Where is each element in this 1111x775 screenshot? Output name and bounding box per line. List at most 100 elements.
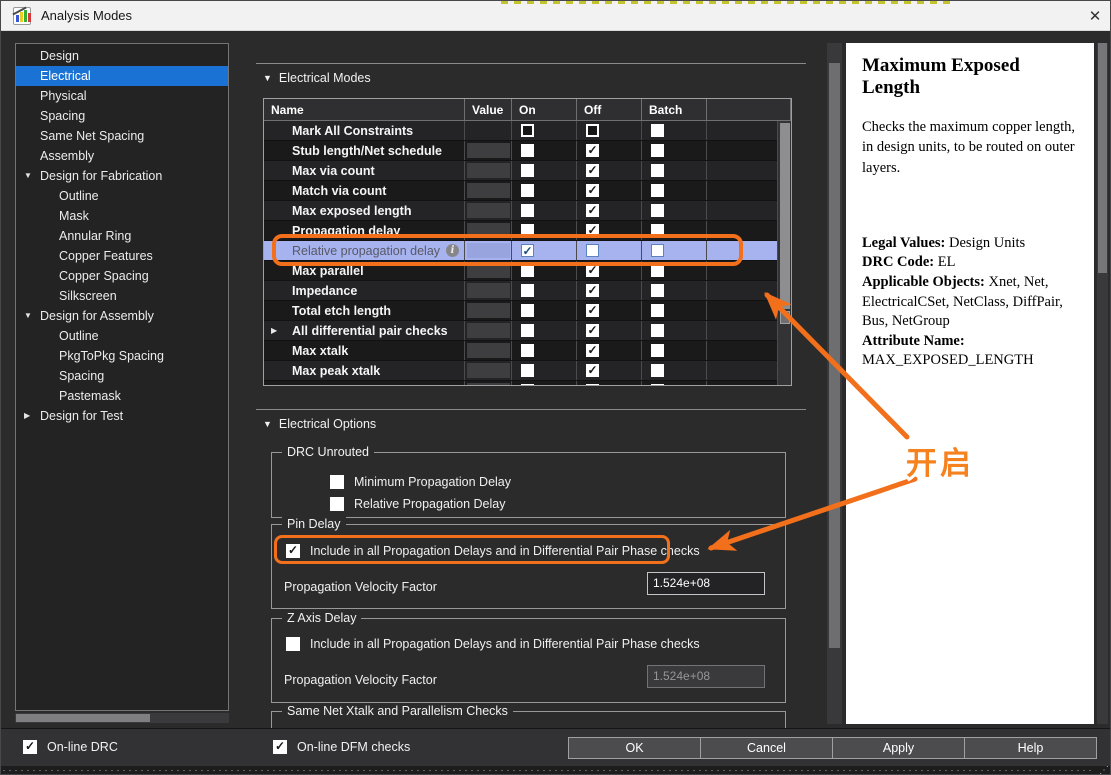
minimum-propagation-delay-checkbox[interactable] — [330, 475, 344, 489]
table-row[interactable]: Max parallel — [264, 261, 791, 281]
off-checkbox[interactable] — [586, 144, 599, 157]
sidebar-item-silkscreen[interactable]: Silkscreen — [16, 286, 228, 306]
on-checkbox[interactable] — [521, 344, 534, 357]
on-checkbox[interactable] — [521, 364, 534, 377]
sidebar-item-mask[interactable]: Mask — [16, 206, 228, 226]
on-checkbox[interactable] — [521, 244, 534, 257]
scrollbar-thumb[interactable] — [1098, 43, 1107, 273]
batch-checkbox[interactable] — [651, 124, 664, 137]
value-cell[interactable] — [465, 221, 512, 240]
sidebar-item-design-for-fabrication[interactable]: ▼Design for Fabrication — [16, 166, 228, 186]
online-dfm-checkbox[interactable] — [273, 740, 287, 754]
scrollbar-button[interactable] — [780, 311, 790, 324]
table-row[interactable]: Max peak xtalk — [264, 361, 791, 381]
value-cell[interactable] — [465, 141, 512, 160]
online-drc-checkbox[interactable] — [23, 740, 37, 754]
batch-checkbox[interactable] — [651, 164, 664, 177]
on-checkbox[interactable] — [521, 304, 534, 317]
column-header-name[interactable]: Name — [264, 99, 465, 120]
collapse-triangle-icon[interactable]: ▼ — [263, 73, 272, 83]
on-checkbox[interactable] — [521, 324, 534, 337]
name-cell[interactable]: Total etch length — [264, 301, 465, 320]
relative-propagation-delay-checkbox[interactable] — [330, 497, 344, 511]
help-vertical-scrollbar[interactable] — [1097, 43, 1108, 724]
off-checkbox[interactable] — [586, 164, 599, 177]
sidebar-item-same-net-spacing[interactable]: Same Net Spacing — [16, 126, 228, 146]
table-row[interactable]: Propagation delay — [264, 221, 791, 241]
sidebar-item-design-for-test[interactable]: ▶Design for Test — [16, 406, 228, 426]
sidebar-item-outline[interactable]: Outline — [16, 326, 228, 346]
off-checkbox[interactable] — [586, 364, 599, 377]
name-cell[interactable] — [264, 381, 465, 386]
on-checkbox[interactable] — [521, 144, 534, 157]
on-checkbox[interactable] — [521, 124, 534, 137]
value-cell[interactable] — [465, 161, 512, 180]
scrollbar-thumb[interactable] — [16, 714, 150, 722]
name-cell[interactable]: Match via count — [264, 181, 465, 200]
value-cell[interactable] — [465, 281, 512, 300]
sidebar-item-pkgtopkg-spacing[interactable]: PkgToPkg Spacing — [16, 346, 228, 366]
value-cell[interactable] — [465, 201, 512, 220]
sidebar-horizontal-scrollbar[interactable] — [15, 713, 229, 723]
table-row[interactable]: Max exposed length — [264, 201, 791, 221]
sidebar-item-pastemask[interactable]: Pastemask — [16, 386, 228, 406]
value-cell[interactable] — [465, 361, 512, 380]
off-checkbox[interactable] — [586, 344, 599, 357]
batch-checkbox[interactable] — [651, 144, 664, 157]
value-cell[interactable] — [465, 381, 512, 386]
sidebar-item-copper-spacing[interactable]: Copper Spacing — [16, 266, 228, 286]
name-cell[interactable]: Propagation delay — [264, 221, 465, 240]
name-cell[interactable]: Max peak xtalk — [264, 361, 465, 380]
sidebar-item-copper-features[interactable]: Copper Features — [16, 246, 228, 266]
name-cell[interactable]: Stub length/Net schedule — [264, 141, 465, 160]
name-cell[interactable]: Max via count — [264, 161, 465, 180]
table-row[interactable]: Max xtalk — [264, 341, 791, 361]
table-vertical-scrollbar[interactable] — [777, 121, 791, 385]
batch-checkbox[interactable] — [651, 324, 664, 337]
value-cell[interactable] — [465, 261, 512, 280]
on-checkbox[interactable] — [521, 204, 534, 217]
z-axis-include-checkbox[interactable] — [286, 637, 300, 651]
column-header-batch[interactable]: Batch — [642, 99, 707, 120]
apply-button[interactable]: Apply — [832, 737, 965, 759]
on-checkbox[interactable] — [521, 264, 534, 277]
batch-checkbox[interactable] — [651, 344, 664, 357]
scrollbar-thumb[interactable] — [829, 63, 840, 648]
sidebar-item-electrical[interactable]: Electrical — [16, 66, 228, 86]
batch-checkbox[interactable] — [651, 244, 664, 257]
off-checkbox[interactable] — [586, 384, 599, 386]
sidebar-item-design-for-assembly[interactable]: ▼Design for Assembly — [16, 306, 228, 326]
column-header-off[interactable]: Off — [577, 99, 642, 120]
value-cell[interactable] — [465, 241, 512, 260]
row-expander-icon[interactable]: ▶ — [271, 326, 277, 335]
table-row[interactable]: Mark All Constraints — [264, 121, 791, 141]
value-cell[interactable] — [465, 321, 512, 340]
electrical-modes-header[interactable]: ▼ Electrical Modes — [263, 71, 371, 85]
off-checkbox[interactable] — [586, 284, 599, 297]
collapse-triangle-icon[interactable]: ▼ — [263, 419, 272, 429]
column-header-value[interactable]: Value — [465, 99, 512, 120]
on-checkbox[interactable] — [521, 384, 534, 386]
expanded-triangle-icon[interactable]: ▼ — [24, 306, 32, 326]
sidebar-item-physical[interactable]: Physical — [16, 86, 228, 106]
off-checkbox[interactable] — [586, 244, 599, 257]
name-cell[interactable]: Max parallel — [264, 261, 465, 280]
off-checkbox[interactable] — [586, 324, 599, 337]
sidebar-item-spacing[interactable]: Spacing — [16, 106, 228, 126]
velocity-factor-input[interactable]: 1.524e+08 — [647, 572, 765, 595]
name-cell[interactable]: Impedance — [264, 281, 465, 300]
table-row[interactable]: ▶All differential pair checks — [264, 321, 791, 341]
batch-checkbox[interactable] — [651, 284, 664, 297]
name-cell[interactable]: Max exposed length — [264, 201, 465, 220]
table-row[interactable]: Total etch length — [264, 301, 791, 321]
table-row[interactable]: Max via count — [264, 161, 791, 181]
table-row[interactable]: Relative propagation delayi — [264, 241, 791, 261]
table-row[interactable]: Stub length/Net schedule — [264, 141, 791, 161]
value-cell[interactable] — [465, 121, 512, 140]
sidebar-item-annular-ring[interactable]: Annular Ring — [16, 226, 228, 246]
sidebar-item-assembly[interactable]: Assembly — [16, 146, 228, 166]
expanded-triangle-icon[interactable]: ▼ — [24, 166, 32, 186]
on-checkbox[interactable] — [521, 184, 534, 197]
on-checkbox[interactable] — [521, 164, 534, 177]
name-cell[interactable]: Max xtalk — [264, 341, 465, 360]
